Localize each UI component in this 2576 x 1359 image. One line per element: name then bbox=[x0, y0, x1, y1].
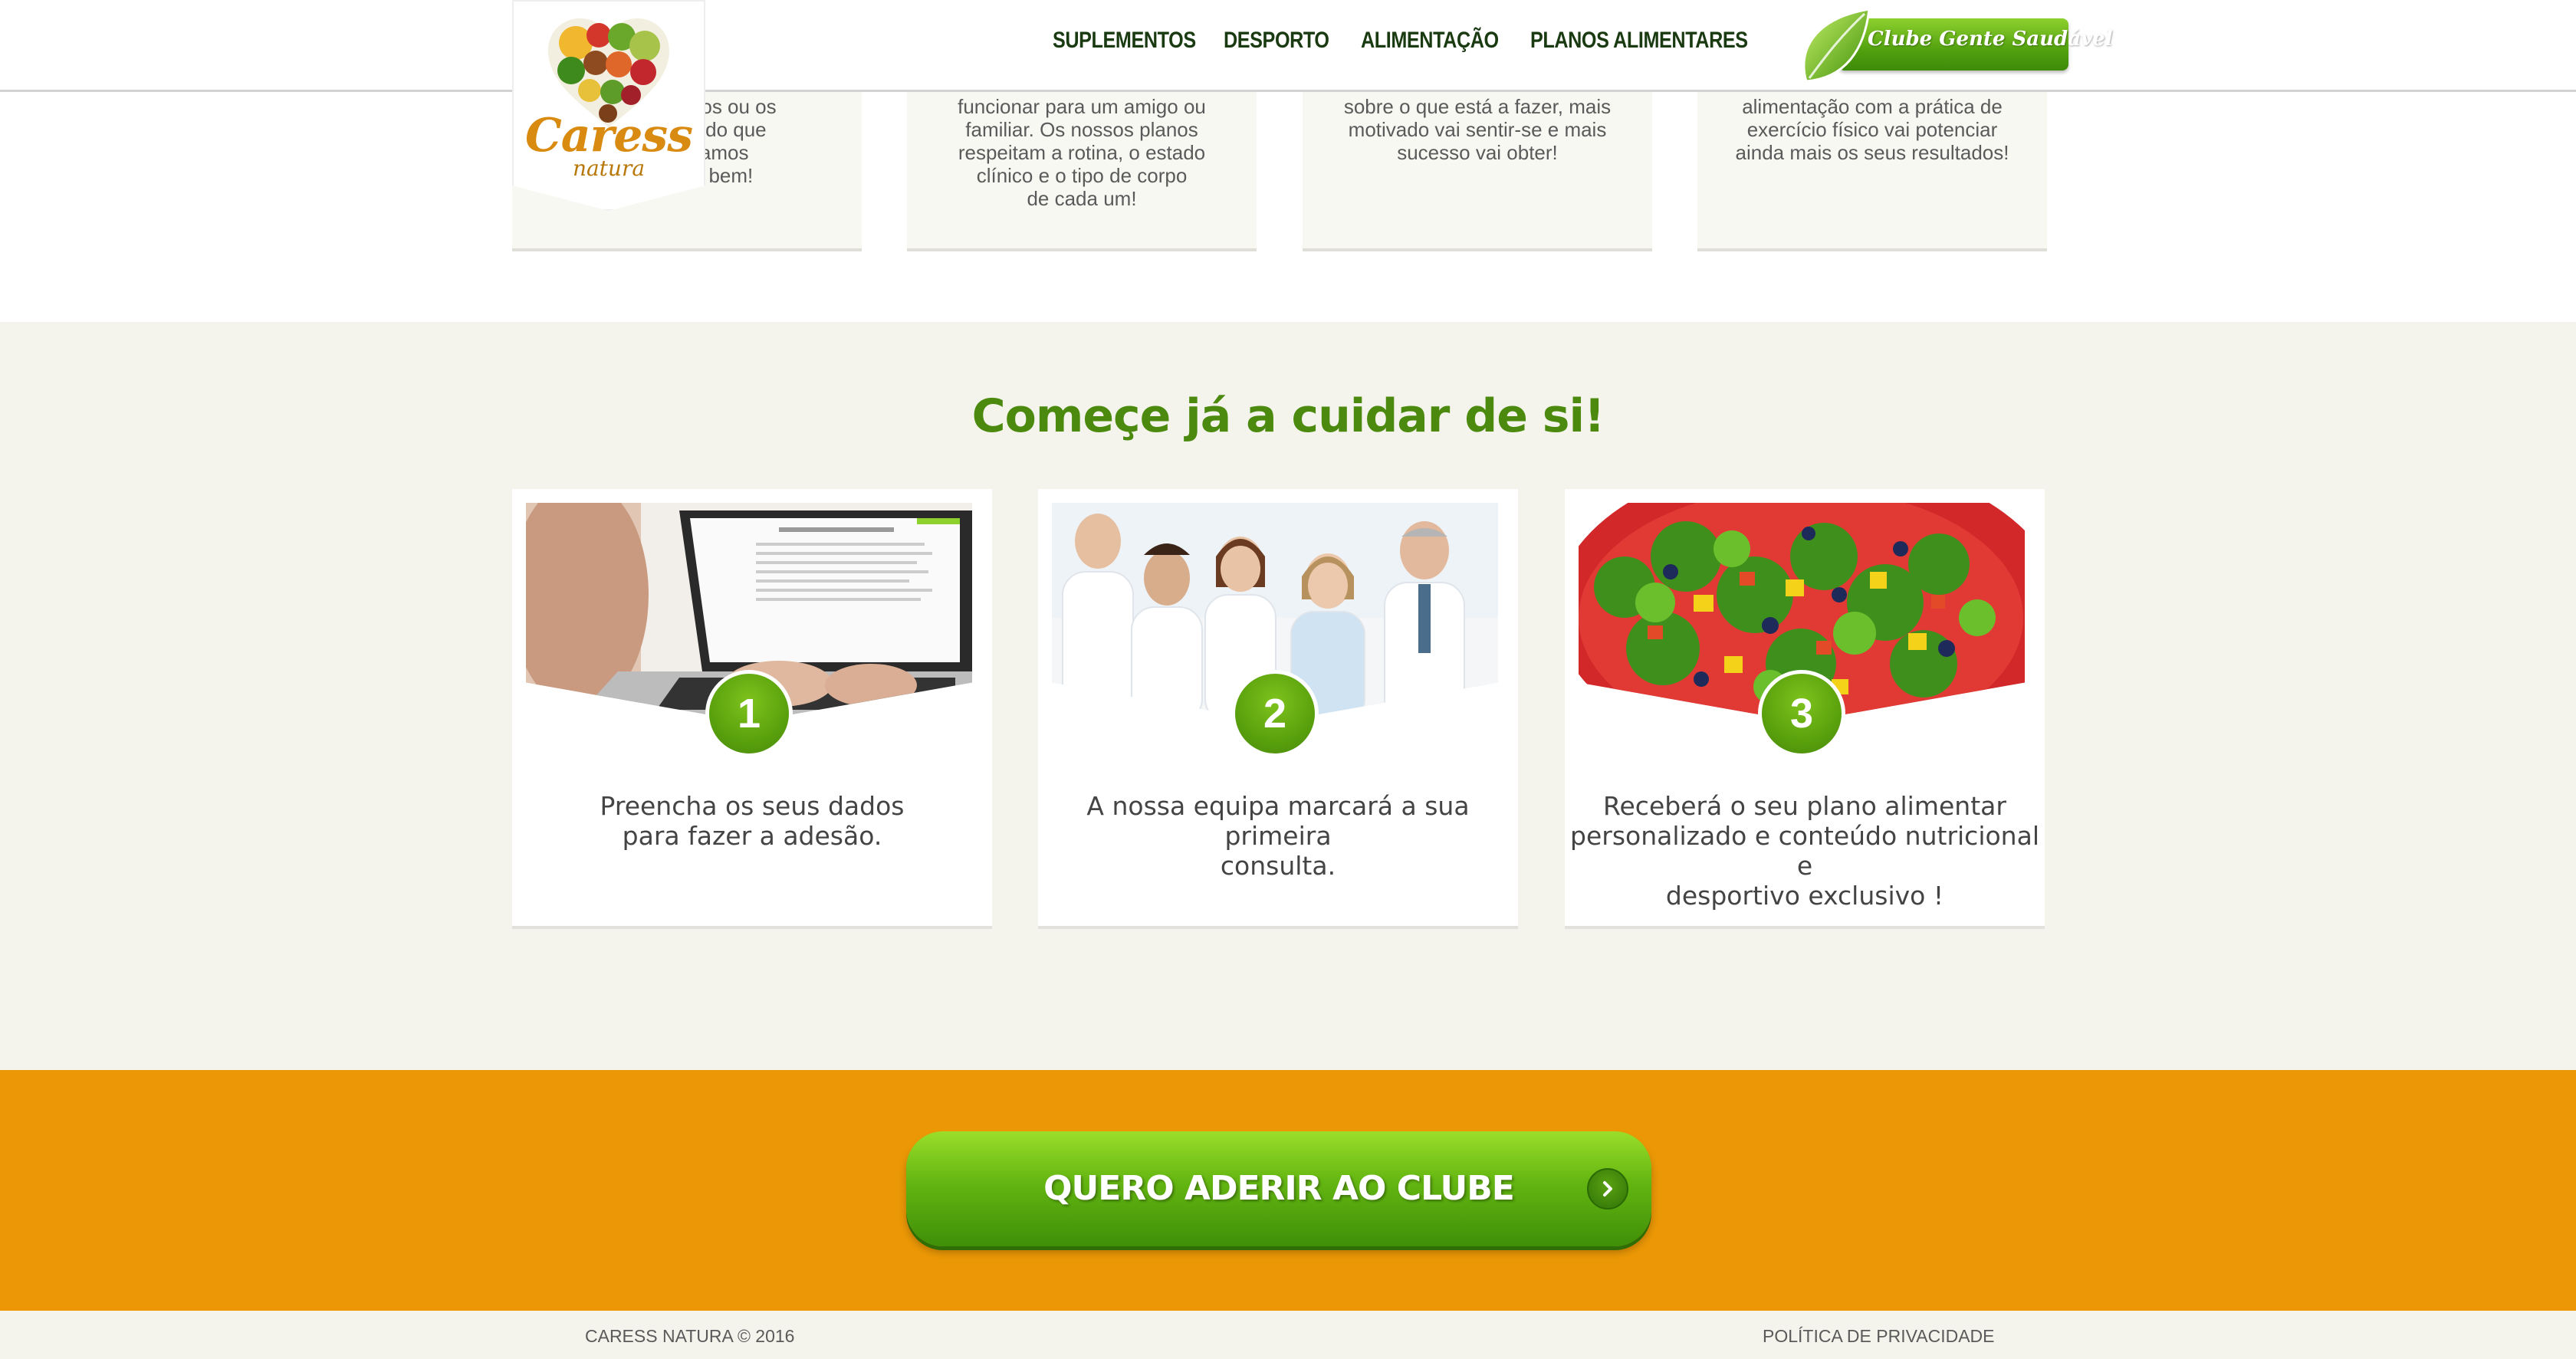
site-footer: CARESS NATURA © 2016 POLÍTICA DE PRIVACI… bbox=[0, 1311, 2576, 1359]
site-header: SUPLEMENTOS DESPORTO ALIMENTAÇÃO PLANOS … bbox=[0, 0, 2576, 92]
step-card-1: 1 Preencha os seus dados para fazer a ad… bbox=[512, 489, 992, 929]
brand-tagline: natura bbox=[572, 156, 646, 181]
brand-name: Caress bbox=[525, 109, 693, 162]
footer-copyright: CARESS NATURA © 2016 bbox=[585, 1326, 795, 1346]
intro-card-text: alimentação com a prática de exercício f… bbox=[1735, 95, 2009, 164]
club-button-label: Clube Gente Saudável bbox=[1868, 28, 2113, 51]
brand-logo[interactable]: Caress natura bbox=[512, 0, 705, 211]
intro-card-2: funcionar para um amigo ou familiar. Os … bbox=[907, 92, 1257, 251]
cta-band: QUERO ADERIR AO CLUBE bbox=[0, 1070, 2576, 1311]
step-description: Receberá o seu plano alimentar personali… bbox=[1570, 791, 2039, 911]
nav-item-suplementos[interactable]: SUPLEMENTOS bbox=[1053, 28, 1196, 54]
nav-item-planos-alimentares[interactable]: PLANOS ALIMENTARES bbox=[1530, 28, 1748, 54]
step-number-badge: 2 bbox=[1231, 670, 1319, 757]
club-button[interactable]: Clube Gente Saudável bbox=[1791, 5, 2113, 86]
chevron-right-icon bbox=[1587, 1168, 1628, 1210]
steps-title: Começe já a cuidar de si! bbox=[971, 389, 1605, 443]
nav-item-desporto[interactable]: DESPORTO bbox=[1224, 28, 1329, 54]
privacy-policy-link[interactable]: POLÍTICA DE PRIVACIDADE bbox=[1763, 1326, 1994, 1347]
nav-item-alimentacao[interactable]: ALIMENTAÇÃO bbox=[1361, 28, 1499, 54]
step-number-badge: 3 bbox=[1758, 670, 1845, 757]
step-card-2: 2 A nossa equipa marcará a sua primeira … bbox=[1038, 489, 1518, 929]
leaf-icon bbox=[1802, 8, 1871, 83]
join-club-button[interactable]: QUERO ADERIR AO CLUBE bbox=[906, 1131, 1651, 1246]
step-description: A nossa equipa marcará a sua primeira co… bbox=[1086, 791, 1470, 881]
join-club-button-label: QUERO ADERIR AO CLUBE bbox=[1043, 1169, 1515, 1208]
step-description: Preencha os seus dados para fazer a ades… bbox=[600, 791, 905, 851]
step-number-badge: 1 bbox=[705, 670, 793, 757]
intro-card-4: alimentação com a prática de exercício f… bbox=[1697, 92, 2047, 251]
intro-card-text: sobre o que está a fazer, mais motivado … bbox=[1343, 95, 1612, 164]
step-card-3: 3 Receberá o seu plano alimentar persona… bbox=[1565, 489, 2045, 929]
intro-card-3: sobre o que está a fazer, mais motivado … bbox=[1303, 92, 1652, 251]
intro-card-text: funcionar para um amigo ou familiar. Os … bbox=[958, 95, 1206, 210]
steps-section: Começe já a cuidar de si! 1 Preencha os … bbox=[0, 322, 2576, 1070]
